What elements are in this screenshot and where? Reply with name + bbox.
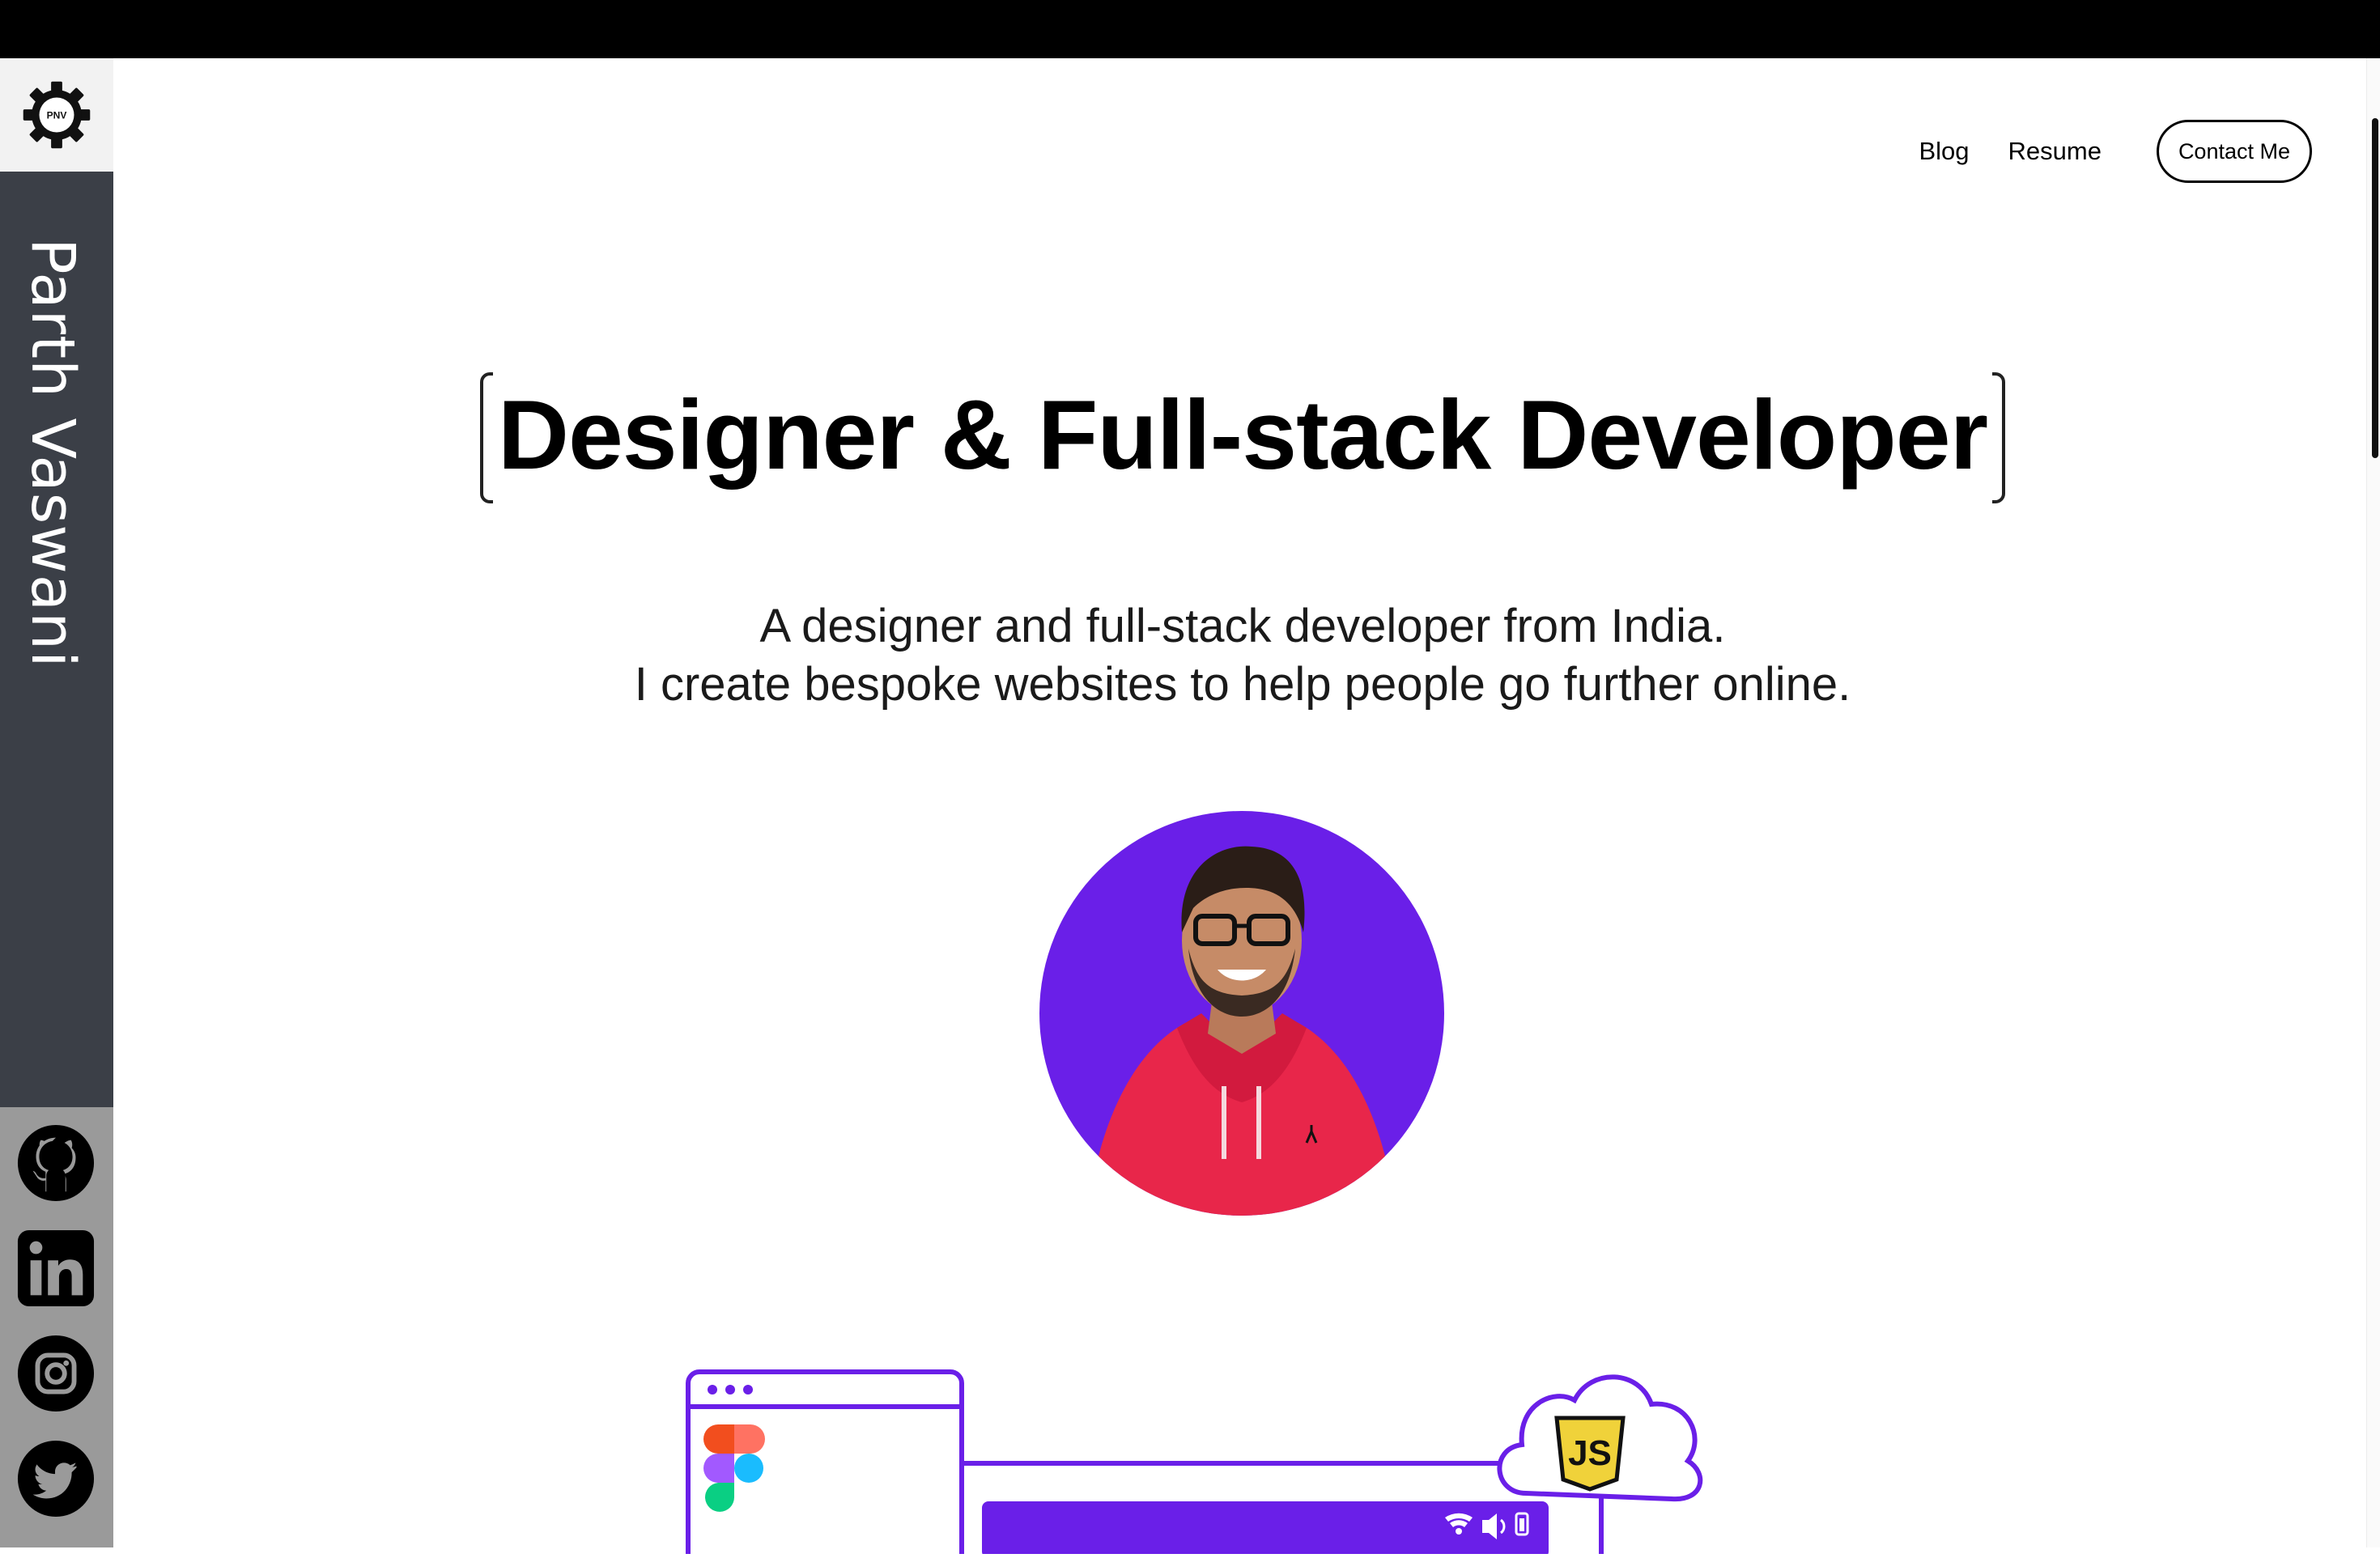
- contact-me-button[interactable]: Contact Me: [2156, 120, 2312, 183]
- github-icon: [17, 1124, 95, 1202]
- twitter-icon: [17, 1440, 95, 1518]
- javascript-icon: JS: [1554, 1416, 1626, 1492]
- logo[interactable]: PNV: [0, 58, 113, 172]
- github-link[interactable]: [16, 1123, 96, 1203]
- gear-logo-icon: PNV: [23, 81, 91, 149]
- instagram-icon: [17, 1335, 95, 1412]
- hero-subtitle-line-1: A designer and full-stack developer from…: [759, 600, 1726, 652]
- hero-heading-wrap: Designer & Full-stack Developer: [0, 372, 2380, 503]
- scrollbar[interactable]: [2366, 58, 2380, 1547]
- profile-photo: [1039, 811, 1444, 1216]
- profile-person-illustration: [1088, 846, 1396, 1216]
- social-links: [0, 1107, 113, 1547]
- linkedin-icon: [17, 1229, 95, 1307]
- sidebar: PNV Parth Vaswani: [0, 58, 113, 1547]
- js-badge-text: JS: [1568, 1433, 1612, 1473]
- linkedin-link[interactable]: [16, 1229, 96, 1308]
- top-nav: Blog Resume Contact Me: [1919, 120, 2312, 183]
- device-status-bar: [982, 1501, 1549, 1558]
- nav-blog-link[interactable]: Blog: [1919, 137, 1969, 166]
- instagram-link[interactable]: [16, 1334, 96, 1413]
- hero-title: Designer & Full-stack Developer: [479, 372, 2006, 503]
- dev-illustration: JS: [684, 1344, 1801, 1558]
- twitter-link[interactable]: [16, 1439, 96, 1518]
- nav-resume-link[interactable]: Resume: [2008, 137, 2102, 166]
- logo-text: PNV: [47, 109, 67, 121]
- hero-subtitle: A designer and full-stack developer from…: [0, 597, 2380, 714]
- browser-top-bar: [0, 0, 2380, 58]
- hero-subtitle-line-2: I create bespoke websites to help people…: [634, 658, 1851, 711]
